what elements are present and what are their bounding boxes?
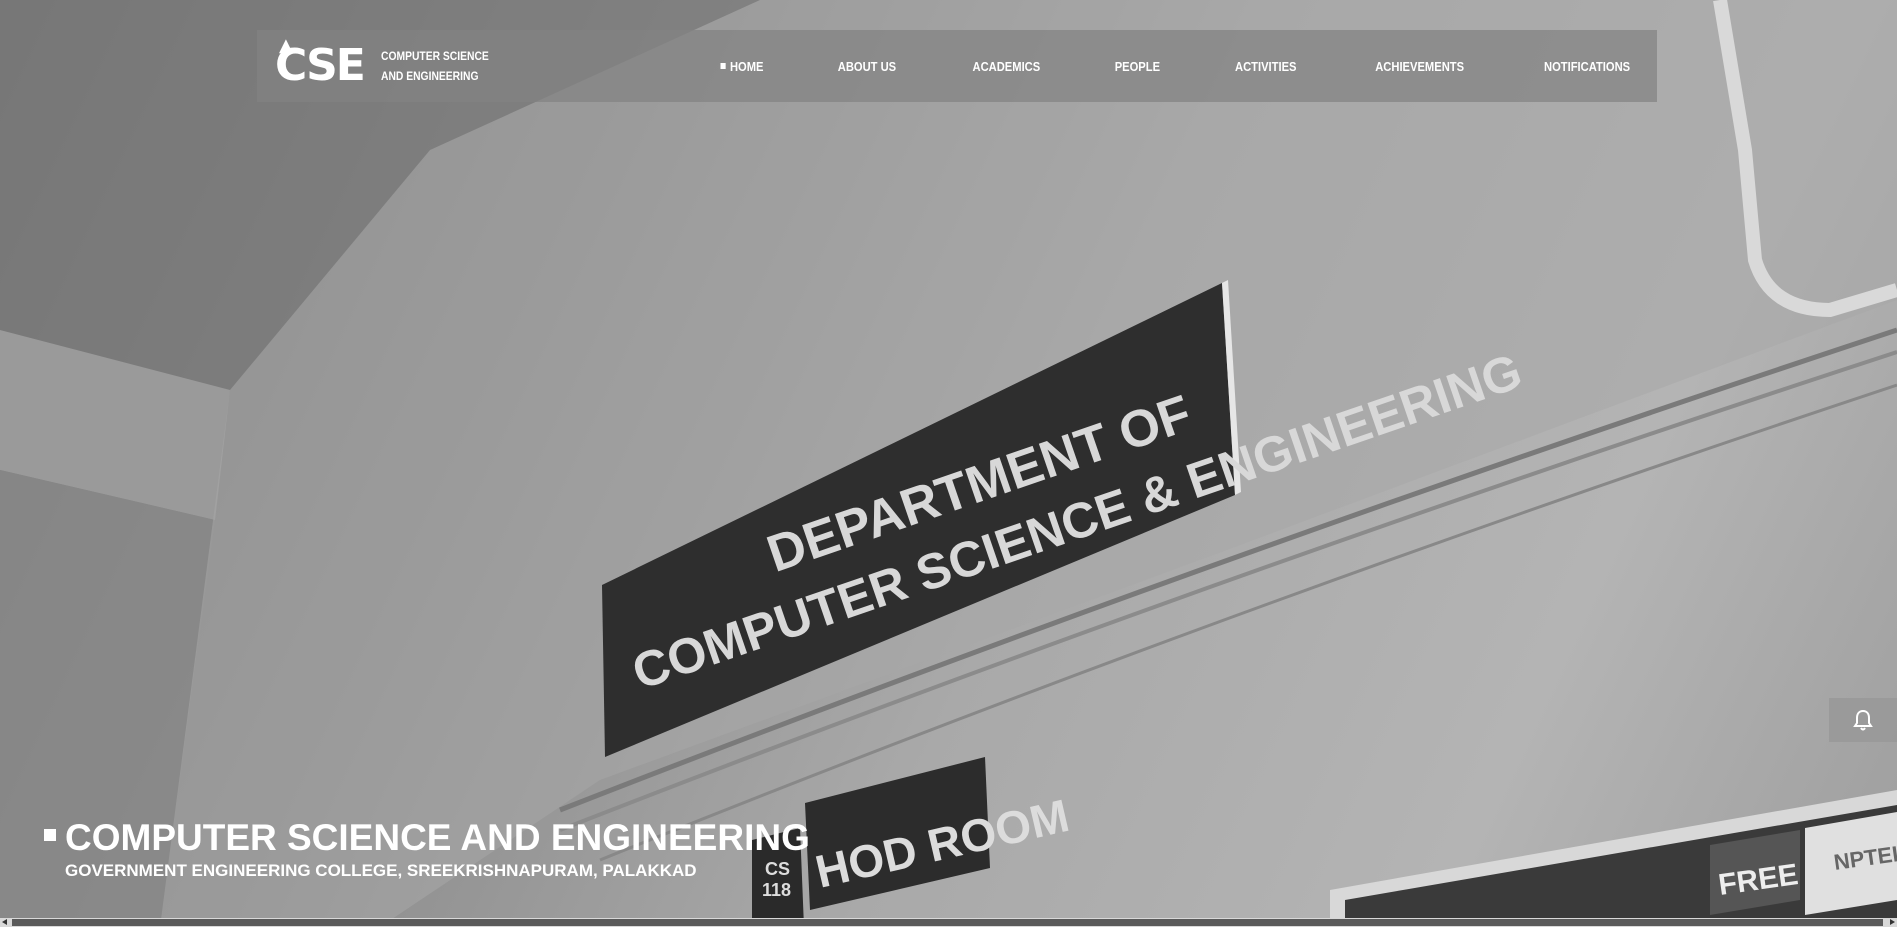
scrollbar-thumb[interactable]	[12, 919, 1883, 926]
graduation-cap-icon: ▲	[279, 35, 293, 56]
svg-text:118: 118	[762, 880, 791, 900]
nav-item-home[interactable]: HOME	[720, 59, 763, 74]
hero-background-photo: DEPARTMENT OF COMPUTER SCIENCE & ENGINEE…	[0, 0, 1897, 927]
nav-item-label: PEOPLE	[1114, 58, 1161, 74]
nav-item-people[interactable]: PEOPLE	[1115, 59, 1160, 74]
nav-item-label: ACTIVITIES	[1235, 58, 1297, 74]
active-indicator-icon	[720, 63, 726, 69]
nav-item-label: NOTIFICATIONS	[1543, 58, 1630, 74]
caption-marker-icon	[44, 829, 56, 841]
brand-name-line2: AND ENGINEERING	[381, 69, 479, 83]
bell-icon	[1853, 709, 1873, 731]
nav-item-achievements[interactable]: ACHIEVEMENTS	[1375, 59, 1464, 74]
nav-item-label: ACHIEVEMENTS	[1374, 58, 1464, 74]
nav-item-label: ACADEMICS	[972, 58, 1040, 74]
nav-item-academics[interactable]: ACADEMICS	[972, 59, 1040, 74]
scroll-left-arrow-icon[interactable]	[2, 919, 7, 925]
hero-banner: DEPARTMENT OF COMPUTER SCIENCE & ENGINEE…	[0, 0, 1897, 927]
nav-item-label: HOME	[729, 58, 764, 74]
nav-item-notifications[interactable]: NOTIFICATIONS	[1544, 59, 1630, 74]
nav-item-label: ABOUT US	[837, 58, 896, 74]
horizontal-scrollbar[interactable]	[0, 918, 1897, 927]
hero-caption: COMPUTER SCIENCE AND ENGINEERING GOVERNM…	[44, 816, 810, 882]
brand-name-line1: COMPUTER SCIENCE	[381, 49, 489, 63]
brand-name: COMPUTER SCIENCE AND ENGINEERING	[381, 46, 489, 86]
hero-title: COMPUTER SCIENCE AND ENGINEERING	[65, 817, 810, 858]
nav-item-about-us[interactable]: ABOUT US	[837, 59, 895, 74]
notification-bell-button[interactable]	[1829, 698, 1897, 742]
main-menu: HOME ABOUT US ACADEMICS PEOPLE ACTIVITIE…	[684, 30, 1657, 102]
nav-item-activities[interactable]: ACTIVITIES	[1235, 59, 1297, 74]
brand-logo-link[interactable]: ▲ CSE COMPUTER SCIENCE AND ENGINEERING	[275, 37, 506, 91]
hero-subtitle: GOVERNMENT ENGINEERING COLLEGE, SREEKRIS…	[65, 861, 697, 880]
notice-board: FREE NPTEL	[1330, 790, 1897, 927]
cse-logo: ▲ CSE	[275, 37, 367, 91]
scroll-right-arrow-icon[interactable]	[1890, 919, 1895, 925]
top-navbar: ▲ CSE COMPUTER SCIENCE AND ENGINEERING H…	[257, 30, 1657, 102]
